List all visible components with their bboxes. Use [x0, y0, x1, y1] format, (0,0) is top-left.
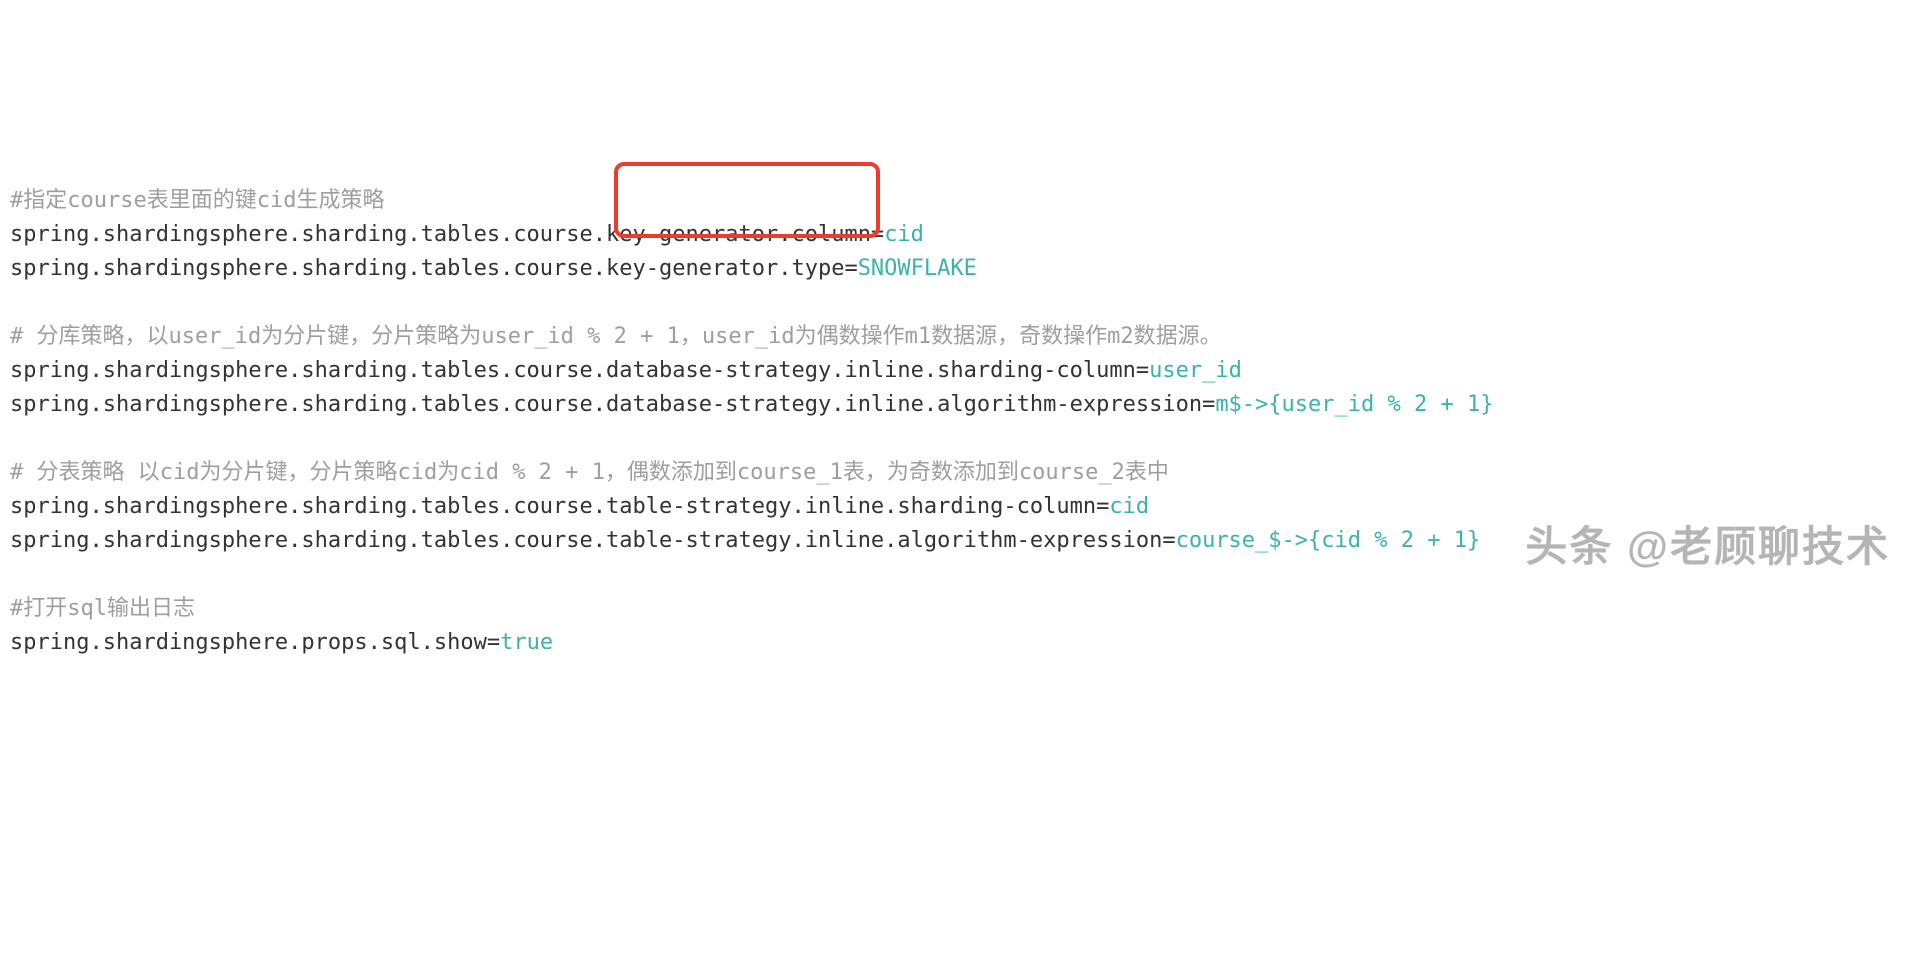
comment-table-strategy: # 分表策略 以cid为分片键，分片策略cid为cid % 2 + 1，偶数添加… — [10, 460, 1169, 485]
val-key-column: cid — [884, 222, 924, 247]
prop-sql-show: spring.shardingsphere.props.sql.show= — [10, 630, 500, 655]
comment-db-strategy: # 分库策略，以user_id为分片键，分片策略为user_id % 2 + 1… — [10, 324, 1222, 349]
val-db-column: user_id — [1149, 358, 1242, 383]
val-db-expr: m$->{user_id % 2 + 1} — [1215, 392, 1493, 417]
comment-key-generator: #指定course表里面的键cid生成策略 — [10, 188, 384, 213]
config-code-block: #指定course表里面的键cid生成策略 spring.shardingsph… — [10, 150, 1898, 660]
val-sql-show: true — [500, 630, 553, 655]
comment-sql-log: #打开sql输出日志 — [10, 596, 195, 621]
val-table-expr: course_$->{cid % 2 + 1} — [1176, 528, 1481, 553]
val-table-column: cid — [1109, 494, 1149, 519]
prop-table-column: spring.shardingsphere.sharding.tables.co… — [10, 494, 1109, 519]
prop-key-column: spring.shardingsphere.sharding.tables.co… — [10, 222, 884, 247]
val-key-type: SNOWFLAKE — [858, 256, 977, 281]
prop-table-expr: spring.shardingsphere.sharding.tables.co… — [10, 528, 1176, 553]
prop-key-type: spring.shardingsphere.sharding.tables.co… — [10, 256, 858, 281]
prop-db-expr: spring.shardingsphere.sharding.tables.co… — [10, 392, 1215, 417]
prop-db-column: spring.shardingsphere.sharding.tables.co… — [10, 358, 1149, 383]
